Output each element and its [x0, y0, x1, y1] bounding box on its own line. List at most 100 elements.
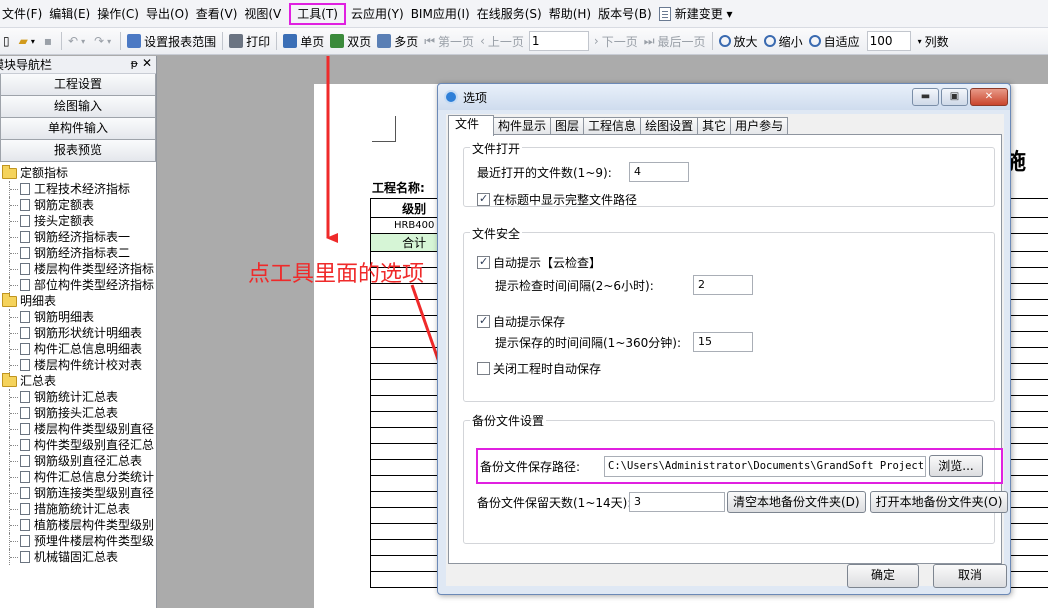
open-file-button[interactable]: ▰ ▾ — [16, 30, 41, 52]
single-page-button[interactable]: 单页 — [280, 30, 327, 52]
menu-edit[interactable]: 编辑(E) — [47, 3, 95, 25]
nav-panel-title: 模块导航栏 — [0, 58, 53, 72]
last-page-icon: ⏭ — [643, 33, 655, 48]
tree-item[interactable]: 构件汇总信息分类统计 — [0, 469, 156, 485]
menu-file[interactable]: 文件(F) — [0, 3, 47, 25]
tree-item[interactable]: 钢筋经济指标表一 — [0, 229, 156, 245]
tree-item[interactable]: 钢筋级别直径汇总表 — [0, 453, 156, 469]
tree-item[interactable]: 楼层构件统计校对表 — [0, 357, 156, 373]
open-backup-button[interactable]: 打开本地备份文件夹(O) — [869, 491, 1009, 513]
tree-folder[interactable]: 明细表 — [0, 293, 156, 309]
menu-online[interactable]: 在线服务(S) — [475, 3, 547, 25]
fit-button[interactable]: 自适应 — [806, 30, 863, 52]
menu-cloud[interactable]: 云应用(Y) — [349, 3, 409, 25]
menu-bim[interactable]: BIM应用(I) — [409, 3, 475, 25]
first-page-button[interactable]: ⏮ 第一页 — [421, 30, 477, 52]
toolbar-separator — [711, 32, 713, 50]
ok-button[interactable]: 确定 — [847, 564, 919, 588]
report-file-icon — [20, 455, 30, 467]
tree-item[interactable]: 植筋楼层构件类型级别 — [0, 517, 156, 533]
tree-item[interactable]: 楼层构件类型经济指标 — [0, 261, 156, 277]
next-page-button[interactable]: › 下一页 — [591, 30, 641, 52]
maximize-button[interactable]: ▣ — [941, 88, 968, 106]
nav-button-report-preview[interactable]: 报表预览 — [0, 140, 156, 162]
zoom-out-button[interactable]: 缩小 — [761, 30, 806, 52]
tab-drawing-settings[interactable]: 绘图设置 — [640, 117, 699, 135]
tab-user-participation[interactable]: 用户参与 — [730, 117, 789, 135]
menu-operate[interactable]: 操作(C) — [95, 3, 144, 25]
tree-folder[interactable]: 定额指标 — [0, 165, 156, 181]
minimize-button[interactable]: ▬ — [912, 88, 939, 106]
tree-item[interactable]: 钢筋定额表 — [0, 197, 156, 213]
tree-item[interactable]: 钢筋连接类型级别直径 — [0, 485, 156, 501]
columns-button[interactable]: ▾ 列数 — [915, 30, 952, 52]
auto-save-row[interactable]: 自动提示保存 — [477, 313, 565, 330]
show-path-checkbox[interactable] — [477, 192, 490, 206]
tab-other[interactable]: 其它 — [697, 117, 732, 135]
tab-file[interactable]: 文件 — [448, 115, 495, 136]
tree-item[interactable]: 工程技术经济指标 — [0, 181, 156, 197]
tree-item[interactable]: 措施筋统计汇总表 — [0, 501, 156, 517]
tab-project-info[interactable]: 工程信息 — [583, 117, 642, 135]
backup-days-input[interactable]: 3 — [629, 492, 725, 512]
zoom-in-button[interactable]: 放大 — [716, 30, 761, 52]
tree-item[interactable]: 钢筋接头汇总表 — [0, 405, 156, 421]
menu-viewport[interactable]: 视图(V — [242, 3, 286, 25]
auto-check-row[interactable]: 自动提示【云检查】 — [477, 254, 601, 271]
auto-check-checkbox[interactable] — [477, 255, 490, 269]
browse-button[interactable]: 浏览... — [929, 455, 983, 477]
report-file-icon — [20, 263, 30, 275]
tree-item[interactable]: 构件汇总信息明细表 — [0, 341, 156, 357]
tree-item[interactable]: 构件类型级别直径汇总 — [0, 437, 156, 453]
close-autosave-checkbox[interactable] — [477, 362, 490, 375]
undo-button[interactable]: ↶ ▾ — [65, 30, 91, 52]
save-interval-input[interactable]: 15 — [693, 332, 753, 352]
tab-layers[interactable]: 图层 — [550, 117, 585, 135]
cancel-button[interactable]: 取消 — [933, 564, 1007, 588]
zoom-in-icon — [718, 35, 731, 47]
close-button[interactable]: ✕ — [970, 88, 1008, 106]
pin-icon[interactable]: ᵽ — [131, 57, 138, 70]
zoom-input[interactable]: 100 — [866, 31, 911, 51]
save-button[interactable]: ▪ — [41, 30, 58, 52]
tree-item[interactable]: 楼层构件类型级别直径 — [0, 421, 156, 437]
backup-path-input[interactable]: C:\Users\Administrator\Documents\GrandSo… — [604, 455, 926, 477]
tree-item[interactable]: 机械锚固汇总表 — [0, 549, 156, 565]
multi-page-button[interactable]: 多页 — [374, 30, 421, 52]
report-file-icon — [20, 519, 30, 531]
close-autosave-row[interactable]: 关闭工程时自动保存 — [477, 360, 601, 377]
tree-item[interactable]: 接头定额表 — [0, 213, 156, 229]
tree-item[interactable]: 钢筋统计汇总表 — [0, 389, 156, 405]
tab-component-display[interactable]: 构件显示 — [493, 117, 552, 135]
tree-item[interactable]: 钢筋经济指标表二 — [0, 245, 156, 261]
menu-export[interactable]: 导出(O) — [144, 3, 194, 25]
show-path-row[interactable]: 在标题中显示完整文件路径 — [477, 191, 637, 208]
tree-folder[interactable]: 汇总表 — [0, 373, 156, 389]
double-page-button[interactable]: 双页 — [327, 30, 374, 52]
menu-version[interactable]: 版本号(B) — [596, 3, 657, 25]
last-page-button[interactable]: ⏭ 最后一页 — [641, 30, 709, 52]
new-file-button[interactable]: ▯ — [0, 30, 16, 52]
menu-tools[interactable]: 工具(T) — [289, 2, 346, 25]
print-button[interactable]: 打印 — [226, 30, 273, 52]
tree-item[interactable]: 部位构件类型经济指标 — [0, 277, 156, 293]
menu-help[interactable]: 帮助(H) — [547, 3, 596, 25]
check-interval-input[interactable]: 2 — [693, 275, 753, 295]
folder-icon — [2, 293, 17, 307]
recent-files-input[interactable]: 4 — [629, 162, 689, 182]
clear-backup-button[interactable]: 清空本地备份文件夹(D) — [727, 491, 866, 513]
nav-button-project-settings[interactable]: 工程设置 — [0, 74, 156, 96]
auto-save-checkbox[interactable] — [477, 314, 490, 328]
page-number-input[interactable]: 1 — [528, 31, 589, 51]
tree-item[interactable]: 预埋件楼层构件类型级 — [0, 533, 156, 549]
nav-button-single-component[interactable]: 单构件输入 — [0, 118, 156, 140]
close-icon[interactable]: ✕ — [142, 56, 152, 70]
tree-item[interactable]: 钢筋形状统计明细表 — [0, 325, 156, 341]
prev-page-button[interactable]: ‹ 上一页 — [477, 30, 527, 52]
nav-button-drawing-input[interactable]: 绘图输入 — [0, 96, 156, 118]
tree-item[interactable]: 钢筋明细表 — [0, 309, 156, 325]
menu-new-change[interactable]: 新建变更 ▾ — [657, 3, 738, 25]
menu-view[interactable]: 查看(V) — [194, 3, 243, 25]
set-report-range-button[interactable]: 设置报表范围 — [124, 30, 219, 52]
redo-button[interactable]: ↷ ▾ — [91, 30, 117, 52]
